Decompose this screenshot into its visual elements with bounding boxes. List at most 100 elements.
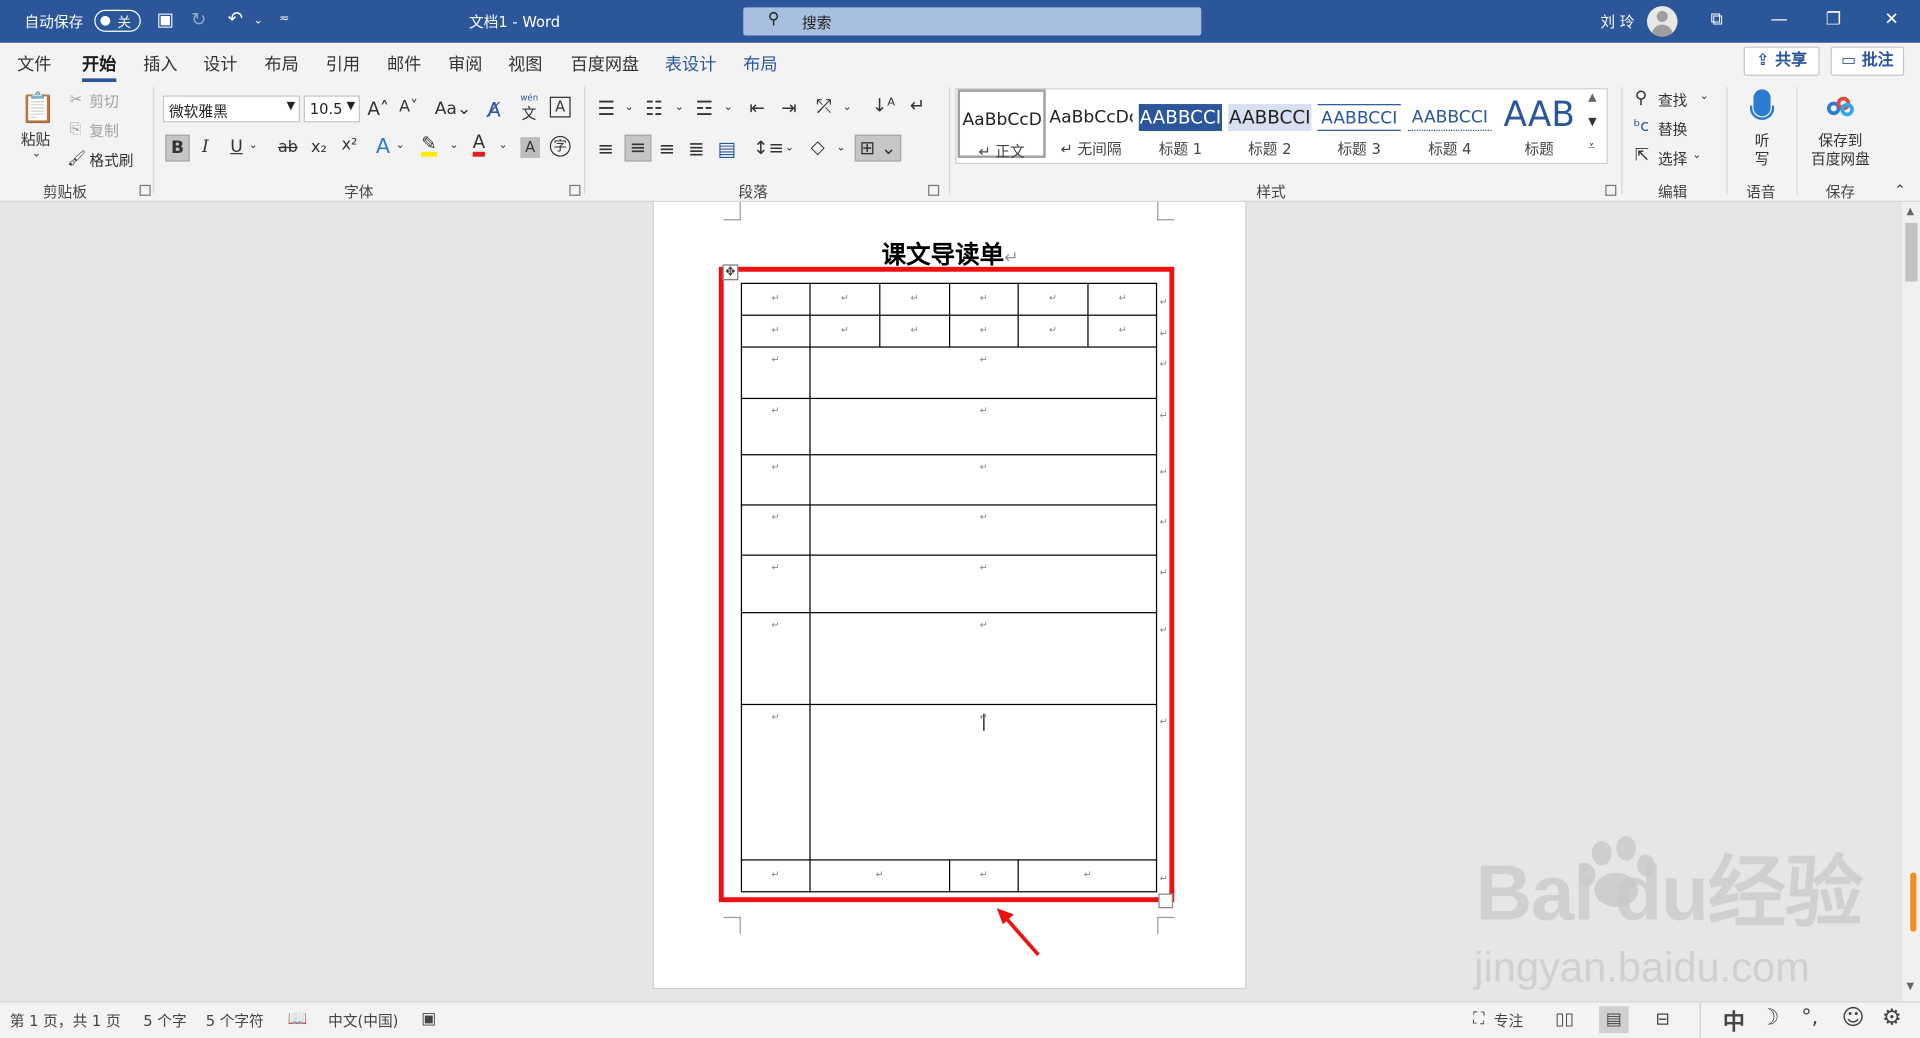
document-heading[interactable]: 课文导读单↵ — [882, 235, 1019, 270]
scroll-up-icon[interactable]: ▲ — [1907, 206, 1915, 217]
char-shading-icon[interactable]: A — [520, 137, 541, 158]
underline-dropdown-icon[interactable]: ⌄ — [249, 140, 258, 152]
select-dropdown-icon[interactable]: ⌄ — [1692, 149, 1701, 161]
style-heading-3[interactable]: AABBCCI 标题 3 — [1315, 89, 1403, 158]
save-to-netdisk-label-2[interactable]: 百度网盘 — [1811, 148, 1870, 169]
replace-icon[interactable]: ᵇc — [1633, 118, 1649, 136]
shrink-font-icon[interactable]: A˅ — [399, 98, 418, 116]
paragraph-launcher-icon[interactable] — [928, 184, 940, 196]
tab-table-design[interactable]: 表设计 — [665, 51, 716, 75]
emoji-icon[interactable]: ☺ — [1842, 1005, 1865, 1031]
numbering-dropdown-icon[interactable]: ⌄ — [675, 102, 684, 114]
focus-icon[interactable]: ⛶ — [1473, 1010, 1484, 1028]
styles-launcher-icon[interactable] — [1605, 184, 1617, 196]
clear-format-icon[interactable]: A̸ — [487, 98, 500, 121]
distribute-icon[interactable]: ▤ — [718, 137, 737, 160]
font-name-combo[interactable]: 微软雅黑 ▼ — [162, 95, 301, 123]
numbering-icon[interactable]: ☷ — [645, 97, 663, 120]
sort-icon[interactable]: ↓ᴬ — [872, 94, 895, 116]
line-spacing-icon[interactable]: ↕≡ — [753, 137, 784, 159]
styles-scroll-down-icon[interactable]: ▼ — [1588, 116, 1596, 128]
ribbon-display-icon[interactable]: ⧉ — [1711, 10, 1723, 30]
undo-dropdown-icon[interactable]: ⌄ — [253, 15, 262, 27]
text-direction-icon[interactable]: ⤱ — [817, 95, 832, 117]
change-case-icon[interactable]: Aa⌄ — [435, 99, 472, 119]
web-layout-icon[interactable]: ⊟ — [1656, 1010, 1670, 1030]
scroll-thumb[interactable] — [1905, 222, 1918, 282]
clipboard-launcher-icon[interactable] — [139, 184, 151, 196]
customize-toolbar-icon[interactable]: ≂ — [279, 12, 289, 25]
comment-button[interactable]: ▭ 批注 — [1830, 46, 1905, 76]
find-label[interactable]: 查找 — [1658, 89, 1687, 110]
decrease-indent-icon[interactable]: ⇤ — [749, 97, 764, 119]
style-heading-1[interactable]: AABBCCI 标题 1 — [1136, 89, 1224, 158]
style-heading-2[interactable]: AABBCCI 标题 2 — [1226, 89, 1314, 158]
replace-label[interactable]: 替换 — [1658, 119, 1687, 140]
subscript-icon[interactable]: x₂ — [311, 138, 327, 156]
text-effects-dropdown-icon[interactable]: ⌄ — [396, 140, 405, 152]
undo-icon[interactable]: ↶ — [228, 7, 243, 29]
highlight-dropdown-icon[interactable]: ⌄ — [449, 140, 458, 152]
minimize-icon[interactable]: — — [1771, 10, 1788, 30]
tab-mailings[interactable]: 邮件 — [387, 51, 421, 75]
close-icon[interactable]: ✕ — [1885, 10, 1899, 30]
autosave-toggle[interactable]: 关 — [94, 9, 141, 32]
grow-font-icon[interactable]: A˄ — [367, 98, 389, 120]
justify-icon[interactable]: ≣ — [688, 137, 704, 160]
format-painter-label[interactable]: 格式刷 — [89, 149, 133, 170]
borders-icon[interactable]: ⊞ ⌄ — [854, 134, 902, 162]
proofing-icon[interactable]: 📖 — [288, 1010, 308, 1028]
moon-icon[interactable]: ☽ — [1760, 1005, 1780, 1031]
styles-more-icon[interactable]: ⩡ — [1588, 140, 1595, 153]
find-icon[interactable]: ⚲ — [1635, 88, 1648, 108]
increase-indent-icon[interactable]: ⇥ — [781, 97, 796, 119]
table-resize-handle[interactable] — [1158, 893, 1174, 909]
dictate-label-2[interactable]: 写 — [1755, 148, 1770, 169]
tab-file[interactable]: 文件 — [17, 51, 51, 75]
italic-icon[interactable]: I — [202, 137, 209, 157]
share-button[interactable]: ⇪ 共享 — [1743, 46, 1820, 76]
paste-icon[interactable]: 📋 — [18, 89, 57, 126]
punctuation-icon[interactable]: °, — [1801, 1005, 1818, 1029]
font-size-combo[interactable]: 10.5 ▼ — [303, 95, 361, 123]
char-border-icon[interactable]: A — [549, 96, 571, 118]
baidu-netdisk-icon[interactable] — [1826, 96, 1854, 117]
style-normal[interactable]: AaBbCcDc ↵ 正文 — [957, 89, 1046, 160]
font-launcher-icon[interactable] — [569, 184, 581, 196]
tab-insert[interactable]: 插入 — [143, 51, 177, 75]
read-mode-icon[interactable]: ▯▯ — [1555, 1010, 1574, 1030]
redo-icon[interactable]: ↻ — [191, 9, 206, 31]
align-right-icon[interactable]: ≡ — [659, 137, 675, 160]
tab-layout[interactable]: 布局 — [264, 51, 298, 75]
collapse-ribbon-icon[interactable]: ⌃ — [1894, 182, 1905, 198]
bullets-icon[interactable]: ☰ — [598, 97, 616, 120]
tab-table-layout[interactable]: 布局 — [743, 51, 777, 75]
paste-dropdown-icon[interactable]: ⌄ — [32, 148, 41, 160]
user-name[interactable]: 刘 玲 — [1600, 11, 1634, 32]
avatar[interactable] — [1646, 6, 1678, 37]
tab-references[interactable]: 引用 — [326, 51, 360, 75]
superscript-icon[interactable]: x² — [342, 136, 358, 154]
shading-icon[interactable]: ◇ — [811, 136, 825, 158]
tab-baidu-netdisk[interactable]: 百度网盘 — [571, 51, 640, 75]
tab-home[interactable]: 开始 — [82, 51, 117, 83]
page-count[interactable]: 第 1 页，共 1 页 — [10, 1010, 121, 1031]
shading-dropdown-icon[interactable]: ⌄ — [836, 142, 845, 154]
text-effects-icon[interactable]: A — [376, 135, 390, 159]
tab-view[interactable]: 视图 — [508, 51, 542, 75]
paste-label[interactable]: 粘贴 — [21, 129, 50, 150]
multilevel-dropdown-icon[interactable]: ⌄ — [724, 102, 733, 114]
bold-icon[interactable]: B — [165, 134, 190, 162]
highlight-icon[interactable]: ✎ — [421, 134, 437, 157]
cut-label[interactable]: 剪切 — [89, 91, 118, 112]
style-heading-4[interactable]: AABBCCI 标题 4 — [1406, 89, 1494, 158]
find-dropdown-icon[interactable]: ⌄ — [1700, 91, 1709, 103]
search-box[interactable]: ⚲ 搜索 — [743, 7, 1202, 36]
save-icon[interactable]: ▣ — [157, 9, 174, 31]
format-painter-icon[interactable]: 🖌 — [67, 149, 86, 166]
scroll-down-icon[interactable]: ▼ — [1907, 981, 1915, 992]
ime-mode[interactable]: 中 — [1723, 1005, 1745, 1037]
word-count[interactable]: 5 个字 — [143, 1010, 186, 1031]
enclose-char-icon[interactable]: 字 — [549, 135, 571, 157]
cut-icon[interactable]: ✂ — [70, 91, 82, 108]
